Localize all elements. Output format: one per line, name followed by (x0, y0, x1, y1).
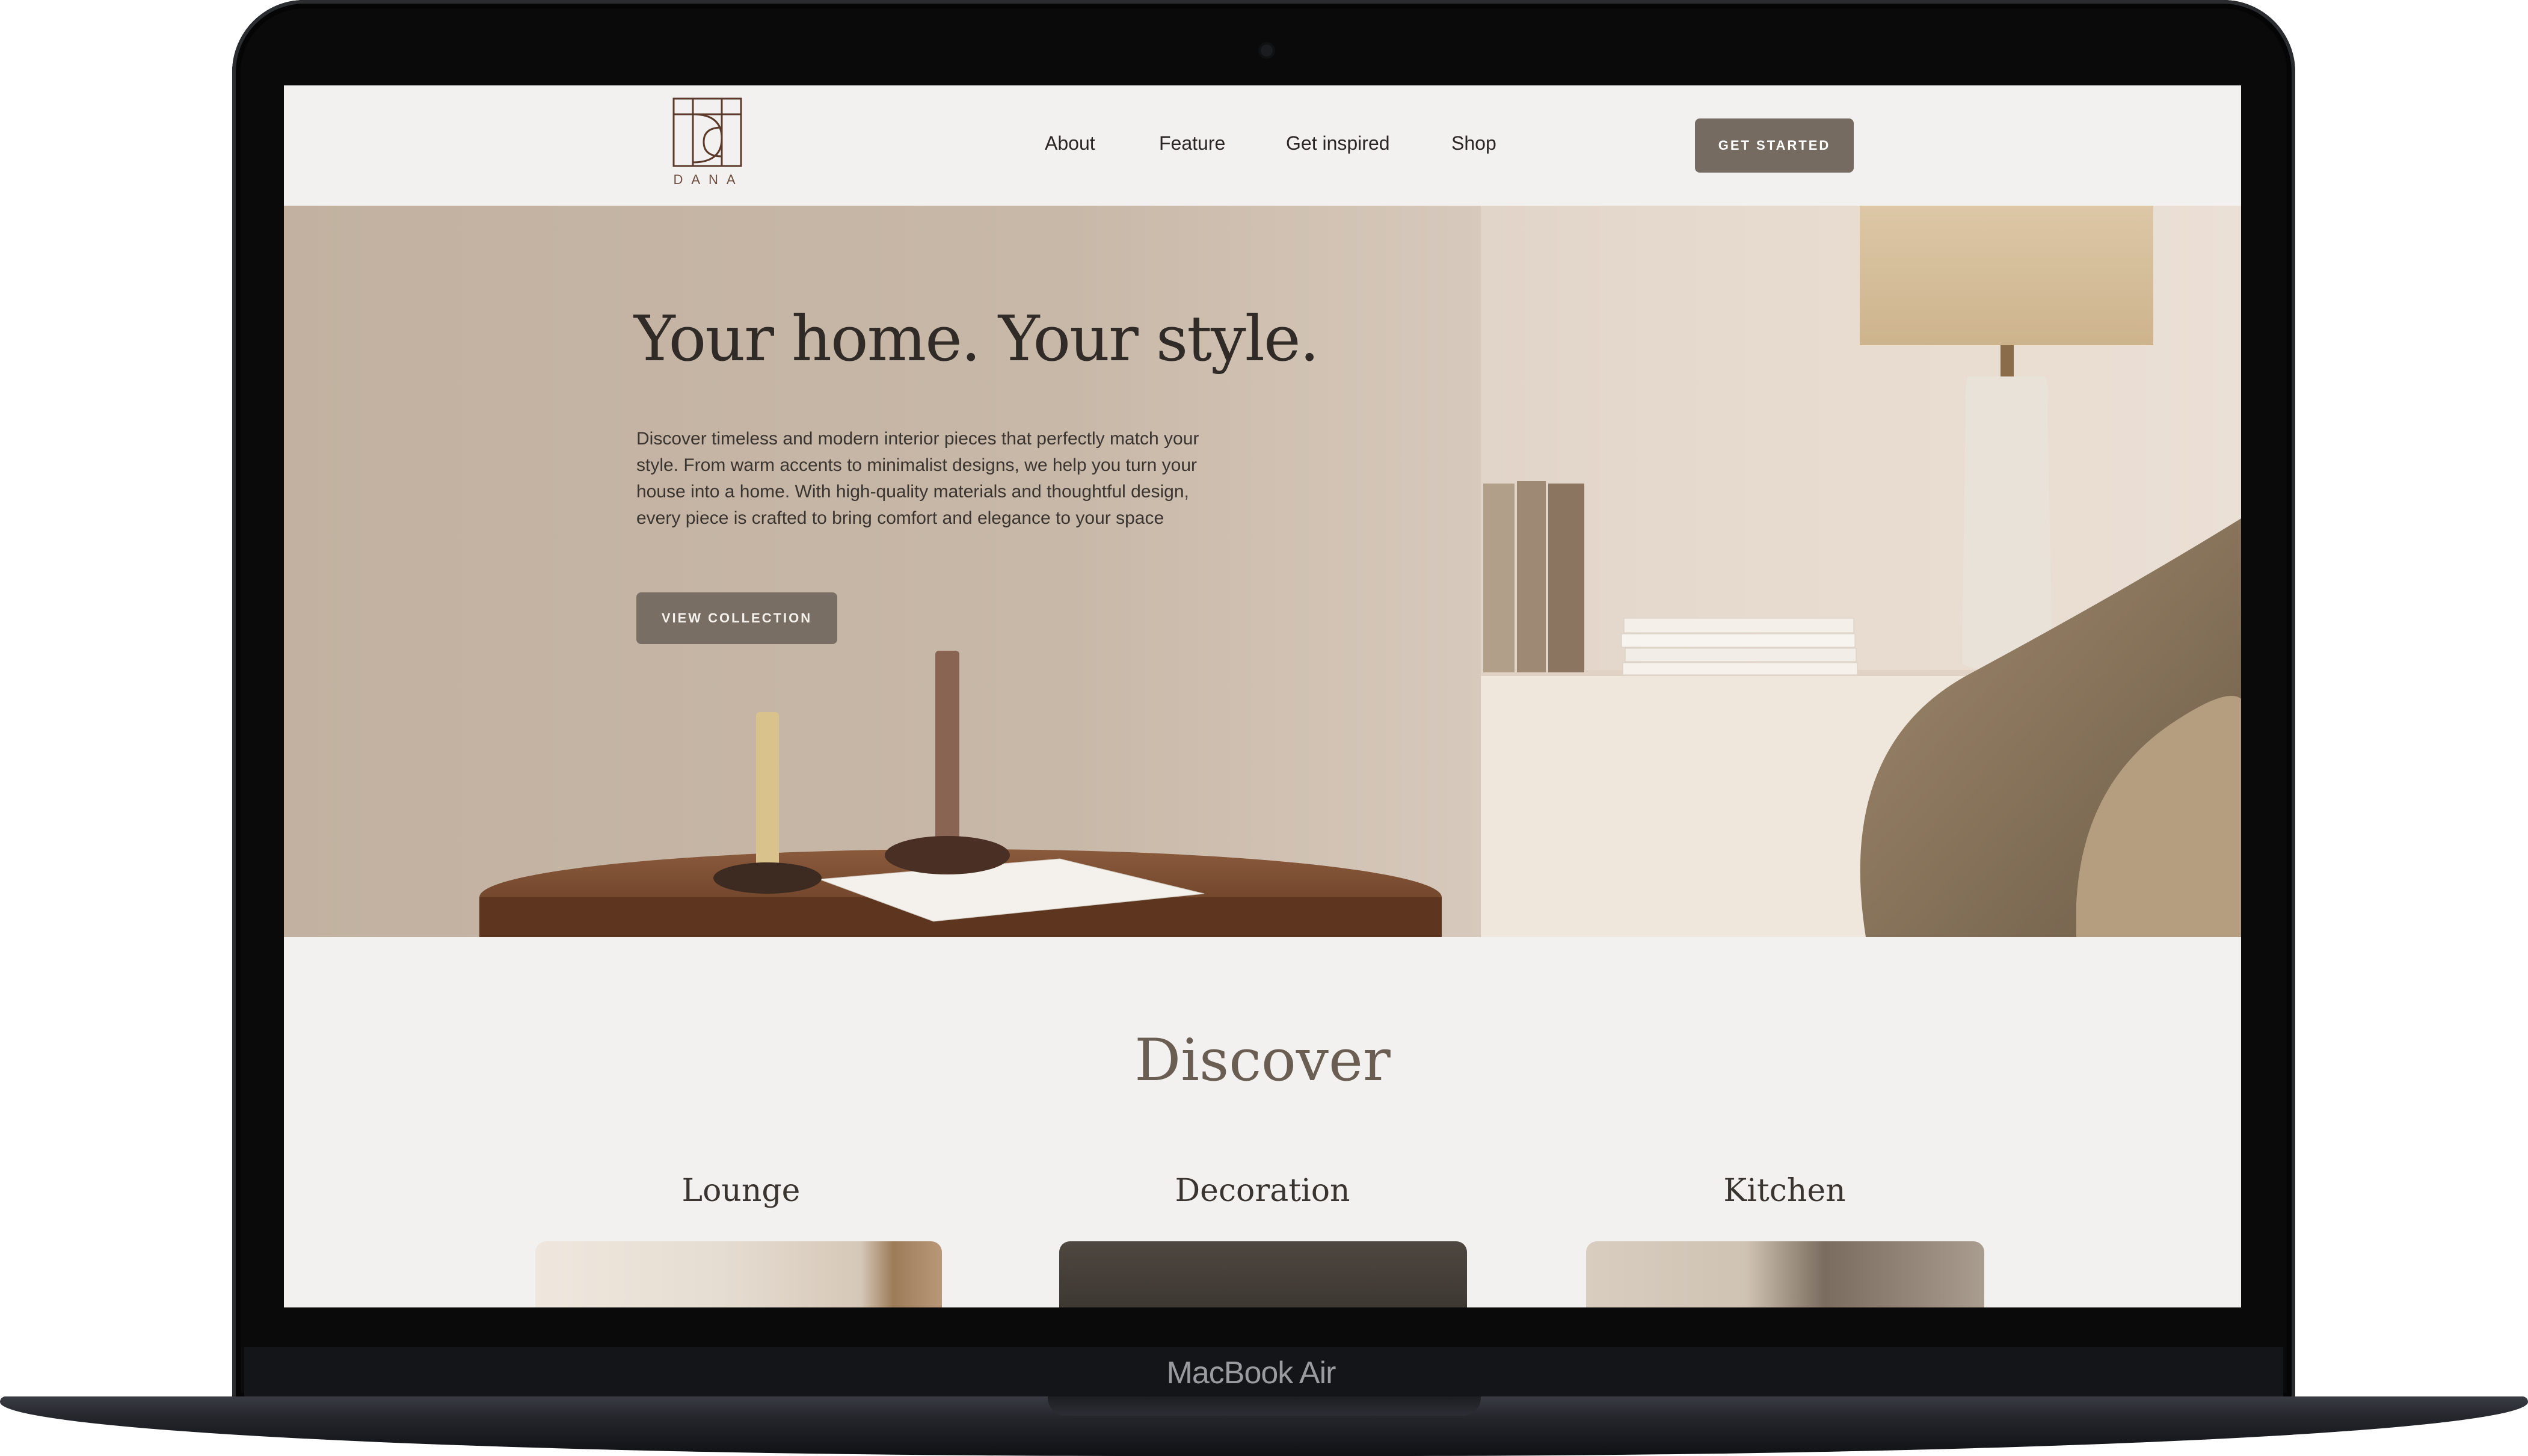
nav-link-feature[interactable]: Feature (1159, 132, 1225, 155)
get-started-button[interactable]: GET STARTED (1695, 118, 1854, 173)
nav-link-about[interactable]: About (1045, 132, 1095, 155)
category-label-decoration[interactable]: Decoration (1052, 1173, 1473, 1209)
category-card-lounge[interactable] (535, 1241, 942, 1307)
hero-section: Your home. Your style. Discover timeless… (284, 206, 2241, 937)
hero-description: Discover timeless and modern interior pi… (636, 429, 1199, 528)
navbar: DANA About Feature Get inspired Shop GET… (284, 85, 2241, 206)
view-collection-button[interactable]: VIEW COLLECTION (636, 592, 837, 644)
category-label-kitchen[interactable]: Kitchen (1574, 1173, 1995, 1209)
device-label: MacBook Air (1166, 1356, 1336, 1390)
discover-heading: Discover (1134, 1027, 1391, 1094)
category-label-lounge[interactable]: Lounge (531, 1173, 952, 1209)
hero-title: Your home. Your style. (634, 302, 1320, 375)
category-card-kitchen[interactable] (1586, 1241, 1984, 1307)
laptop-hinge-notch (1048, 1396, 1481, 1416)
webcam-icon (1261, 45, 1273, 57)
browser-viewport: DANA About Feature Get inspired Shop GET… (284, 85, 2241, 1307)
category-card-decoration[interactable] (1059, 1241, 1467, 1307)
logo-wordmark: DANA (673, 172, 744, 187)
nav-link-shop[interactable]: Shop (1451, 132, 1496, 155)
nav-link-get-inspired[interactable]: Get inspired (1286, 132, 1390, 155)
